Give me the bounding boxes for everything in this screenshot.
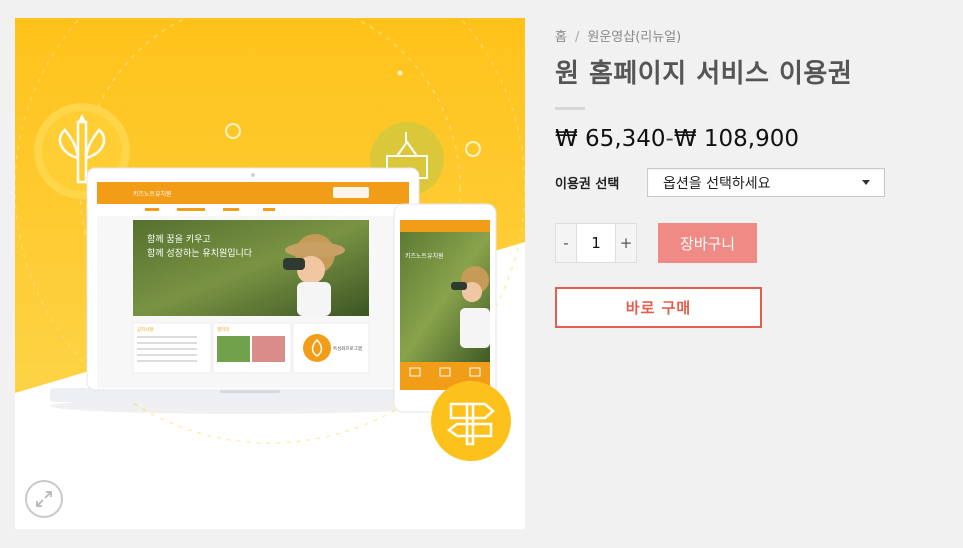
price-max: ₩ 108,900	[673, 126, 800, 152]
price-dash: -	[665, 126, 674, 152]
breadcrumb-category[interactable]: 원운영샵(리뉴얼)	[587, 30, 681, 45]
mockup-site-name: 키즈노트유치원	[133, 190, 172, 198]
zoom-button[interactable]	[25, 480, 63, 518]
mockup-phone-title: 키즈노트유치원	[405, 252, 444, 260]
variation-select-value: 옵션을 선택하세요	[663, 175, 771, 192]
variation-row: 이용권 선택 옵션을 선택하세요	[555, 168, 885, 197]
mockup-slogan-line-2: 함께 성장하는 유치원입니다	[147, 247, 253, 259]
breadcrumb-separator: /	[574, 30, 580, 45]
quantity-stepper: - 1 +	[555, 223, 637, 263]
price-min: ₩ 65,340	[555, 126, 666, 152]
quantity-minus-button[interactable]: -	[555, 223, 577, 263]
mockup-section-program: 특성화프로그램	[333, 345, 362, 352]
breadcrumb-home[interactable]: 홈	[555, 30, 567, 45]
quantity-row: - 1 + 장바구니	[555, 223, 757, 263]
variation-select[interactable]: 옵션을 선택하세요	[647, 168, 885, 197]
product-image[interactable]: 키즈노트유치원 함께 꿈을 키우고 함께 성장하는 유치원입니다 공지사항 갤러…	[15, 18, 525, 529]
product-illustration: 키즈노트유치원 함께 꿈을 키우고 함께 성장하는 유치원입니다 공지사항 갤러…	[15, 18, 525, 461]
mockup-slogan-line-1: 함께 꿈을 키우고	[147, 234, 211, 245]
quantity-plus-button[interactable]: +	[615, 223, 637, 263]
add-to-cart-button[interactable]: 장바구니	[658, 223, 757, 263]
caret-down-icon	[862, 180, 870, 185]
mockup-section-notice: 공지사항	[137, 326, 154, 333]
buy-now-button[interactable]: 바로 구매	[555, 287, 762, 328]
product-summary: 홈 / 원운영샵(리뉴얼) 원 홈페이지 서비스 이용권 ₩ 65,340-₩ 10…	[555, 28, 955, 328]
variation-label: 이용권 선택	[555, 177, 620, 192]
title-divider	[555, 107, 585, 110]
product-title: 원 홈페이지 서비스 이용권	[555, 59, 853, 89]
signpost-icon	[431, 381, 511, 461]
expand-icon	[36, 491, 52, 507]
breadcrumb: 홈 / 원운영샵(리뉴얼)	[555, 28, 955, 48]
quantity-input[interactable]: 1	[577, 223, 615, 263]
price-range: ₩ 65,340-₩ 108,900	[555, 124, 955, 154]
mockup-section-gallery: 갤러리	[217, 326, 229, 333]
